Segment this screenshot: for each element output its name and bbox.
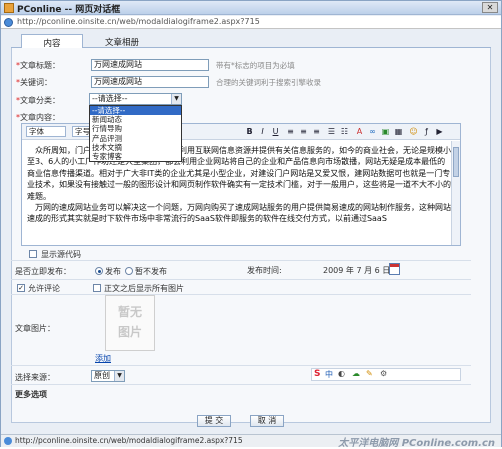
keyword-label: *关键词：	[16, 78, 52, 87]
show-images-checkbox[interactable]	[93, 284, 101, 292]
source-code-label: 显示源代码	[41, 250, 81, 259]
content-label: *文章内容：	[16, 113, 60, 122]
title-input[interactable]: 万网速成网站	[91, 59, 209, 71]
scroll-thumb[interactable]	[453, 147, 459, 177]
publish-date: 2009 年 7 月 6 日	[323, 266, 391, 275]
publish-radio-label: 发布	[105, 267, 121, 276]
chevron-down-icon[interactable]: ▼	[171, 94, 181, 104]
image-icon[interactable]: ▣	[380, 126, 391, 137]
publish-time-label: 发布时间:	[247, 266, 282, 275]
source-label: 选择来源：	[15, 373, 55, 382]
allow-comment-checkbox[interactable]: ✓	[17, 284, 25, 292]
allow-comment-label: 允许评论	[28, 284, 60, 293]
align-right-icon[interactable]: ≡	[311, 126, 322, 137]
ordered-list-icon[interactable]: ☰	[326, 126, 337, 137]
show-images-label: 正文之后显示所有图片	[104, 284, 184, 293]
category-option[interactable]: 产品评测	[90, 134, 181, 143]
ime-toolbar: S 中 ◐ ☁ ✎ ⚙	[311, 368, 461, 381]
add-image-link[interactable]: 添加	[95, 353, 111, 364]
flash-icon[interactable]: ƒ	[421, 126, 432, 137]
category-dropdown-list: --请选择-- 新闻动态 行情导购 产品评测 技术文摘 专家博客	[89, 105, 182, 163]
window-title: PConline -- 网页对话框	[17, 5, 121, 15]
tab-bar: 内容 文章相册	[11, 34, 491, 49]
skin-icon[interactable]: ☁	[352, 369, 360, 378]
chevron-down-icon[interactable]: ▼	[114, 371, 124, 381]
category-option[interactable]: 新闻动态	[90, 115, 181, 124]
keyword-hint: 合理的关键词利于搜索引擎收录	[216, 78, 321, 87]
tab-gallery[interactable]: 文章相册	[91, 34, 153, 48]
settings-icon[interactable]: ⚙	[380, 369, 387, 378]
status-url: http://pconline.oinsite.cn/web/modaldial…	[15, 436, 243, 445]
underline-button[interactable]: U	[270, 126, 281, 137]
media-icon[interactable]: ▶	[434, 126, 445, 137]
divider	[11, 294, 471, 295]
globe-icon	[4, 18, 13, 27]
cancel-button[interactable]: 取 消	[250, 415, 284, 427]
globe-icon	[4, 437, 12, 445]
image-label: 文章图片：	[15, 324, 55, 333]
title-label: *文章标题：	[16, 61, 60, 70]
close-button[interactable]: ✕	[482, 2, 498, 13]
not-publish-radio-label: 暂不发布	[135, 267, 167, 276]
divider	[11, 279, 471, 280]
keyboard-icon[interactable]: ✎	[366, 369, 373, 378]
text-color-icon[interactable]: A	[354, 126, 365, 137]
italic-button[interactable]: I	[257, 126, 268, 137]
rich-text-editor: 字体 字号 B I U ≡ ≡ ≡ ☰ ☷ A ∞ ▣ ▦ ☺ ƒ ▶ 众所周知…	[21, 123, 461, 246]
link-icon[interactable]: ∞	[367, 126, 378, 137]
source-select[interactable]: 原创 ▼	[91, 370, 125, 382]
source-code-checkbox[interactable]	[29, 250, 37, 258]
emoticon-icon[interactable]: ☺	[408, 126, 419, 137]
content-paragraph: 万网的速成网站业务可以解决这一个问题，万网向购买了速成网站服务的用户提供简易速成…	[27, 203, 451, 224]
editor-scrollbar[interactable]	[451, 141, 460, 245]
keyword-input[interactable]: 万网速成网站	[91, 76, 209, 88]
tab-content[interactable]: 内容	[21, 34, 83, 49]
category-option[interactable]: 专家博客	[90, 152, 181, 161]
align-center-icon[interactable]: ≡	[298, 126, 309, 137]
publish-label: 是否立即发布：	[15, 267, 71, 276]
table-icon[interactable]: ▦	[393, 126, 404, 137]
divider	[11, 365, 471, 366]
image-placeholder[interactable]: 暂无图片	[105, 295, 155, 351]
dialog-window: PConline -- 网页对话框 ✕ http://pconline.oins…	[0, 0, 502, 449]
align-left-icon[interactable]: ≡	[285, 126, 296, 137]
font-family-select[interactable]: 字体	[26, 126, 66, 137]
chinese-mode-icon[interactable]: 中	[325, 369, 333, 380]
address-url: http://pconline.oinsite.cn/web/modaldial…	[17, 17, 260, 26]
not-publish-radio[interactable]	[125, 267, 133, 275]
publish-radio[interactable]	[95, 267, 103, 275]
unordered-list-icon[interactable]: ☷	[339, 126, 350, 137]
divider	[11, 260, 471, 261]
no-image-text: 暂无图片	[117, 305, 142, 339]
divider	[11, 384, 471, 385]
sogou-icon[interactable]: S	[314, 369, 320, 379]
address-bar: http://pconline.oinsite.cn/web/modaldial…	[1, 16, 501, 29]
more-options[interactable]: 更多选项	[15, 389, 47, 400]
category-option[interactable]: 行情导购	[90, 124, 181, 133]
category-select[interactable]: --请选择-- ▼	[89, 93, 182, 105]
bold-button[interactable]: B	[244, 126, 255, 137]
category-option[interactable]: 技术文摘	[90, 143, 181, 152]
calendar-icon[interactable]	[389, 263, 400, 275]
title-bar: PConline -- 网页对话框 ✕	[1, 1, 501, 15]
category-label: *文章分类：	[16, 96, 60, 105]
app-icon	[4, 3, 14, 13]
category-option[interactable]: --请选择--	[90, 106, 181, 116]
title-hint: 带有*标志的项目为必填	[216, 61, 295, 70]
punctuation-icon[interactable]: ◐	[338, 369, 345, 378]
editor-toolbar: 字体 字号 B I U ≡ ≡ ≡ ☰ ☷ A ∞ ▣ ▦ ☺ ƒ ▶	[22, 124, 460, 140]
submit-button[interactable]: 提 交	[197, 415, 231, 427]
